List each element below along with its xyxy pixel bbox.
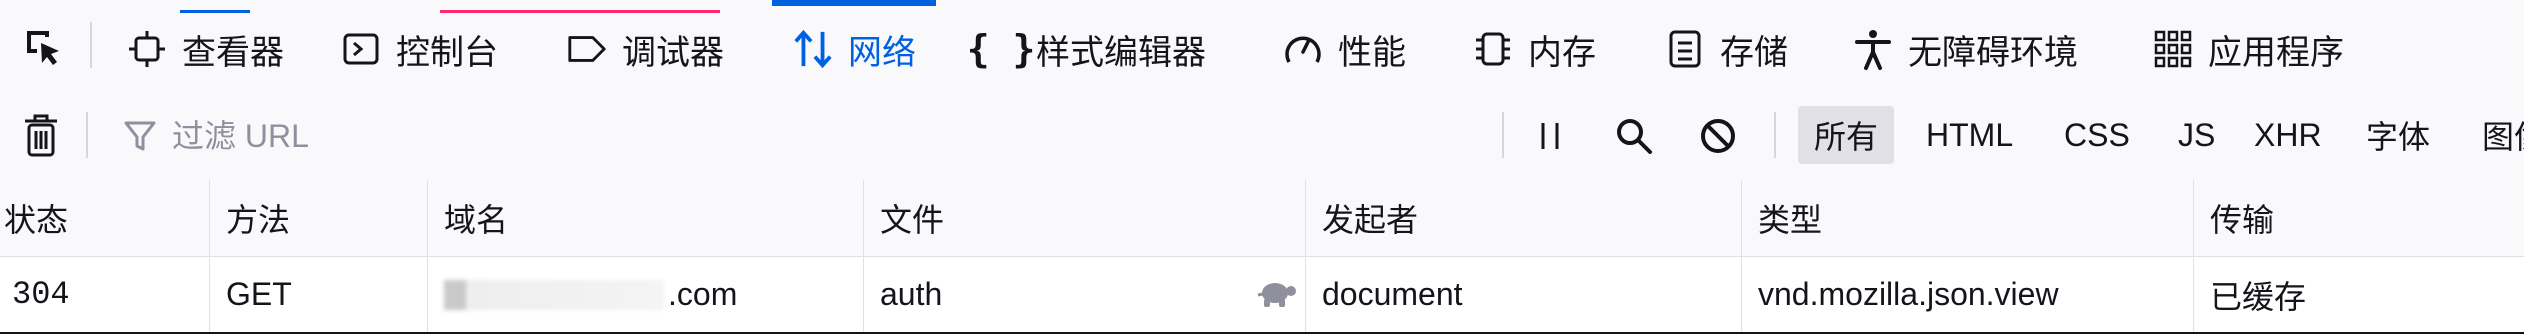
type-filter-fonts[interactable]: 字体 bbox=[2350, 106, 2446, 164]
tab-inspector[interactable]: 查看器 bbox=[126, 8, 284, 90]
accessibility-icon bbox=[1852, 28, 1894, 70]
filter-url-box[interactable] bbox=[108, 104, 1498, 168]
cell-initiator: document bbox=[1306, 257, 1742, 332]
column-header-domain[interactable]: 域名 bbox=[428, 180, 864, 256]
column-header-method[interactable]: 方法 bbox=[210, 180, 428, 256]
toolbar-separator bbox=[1774, 112, 1776, 158]
tab-label: 网络 bbox=[848, 33, 916, 72]
tab-label: 存储 bbox=[1720, 33, 1788, 72]
initiator-text: document bbox=[1322, 276, 1463, 312]
clear-button[interactable] bbox=[18, 110, 64, 162]
type-filter-label: 图像 bbox=[2482, 119, 2524, 155]
tab-label: 样式编辑器 bbox=[1036, 33, 1206, 72]
pause-button[interactable] bbox=[1526, 112, 1574, 160]
type-filter-html[interactable]: HTML bbox=[1910, 106, 2029, 164]
cell-type: vnd.mozilla.json.view bbox=[1742, 257, 2194, 332]
type-filter-label: HTML bbox=[1926, 116, 2014, 153]
toolbar-separator bbox=[86, 112, 88, 158]
cell-domain: .com bbox=[428, 257, 864, 332]
tab-debugger[interactable]: 调试器 bbox=[566, 8, 724, 90]
method-text: GET bbox=[226, 276, 292, 312]
style-editor-icon: { } bbox=[966, 27, 1036, 71]
tab-label: 无障碍环境 bbox=[1908, 33, 2078, 72]
tab-storage[interactable]: 存储 bbox=[1664, 8, 1788, 90]
tab-console[interactable]: 控制台 bbox=[340, 8, 498, 90]
console-icon bbox=[340, 28, 382, 70]
type-filter-label: 字体 bbox=[2366, 119, 2431, 155]
status-code: 304 bbox=[12, 276, 70, 313]
type-filter-all[interactable]: 所有 bbox=[1798, 106, 1895, 164]
toolbar-separator bbox=[1502, 112, 1504, 158]
cell-status: 304 bbox=[0, 257, 210, 332]
file-text: auth bbox=[880, 276, 943, 312]
debugger-icon bbox=[566, 28, 608, 70]
application-icon bbox=[2152, 28, 2194, 70]
devtools-tab-bar: 查看器 控制台 调试器 网络 { } 样式编辑器 性能 内存 存储 无障碍环境 … bbox=[0, 0, 2524, 93]
network-icon bbox=[792, 28, 834, 70]
tab-label: 调试器 bbox=[622, 33, 724, 72]
column-header-initiator[interactable]: 发起者 bbox=[1306, 180, 1742, 256]
type-filter-css[interactable]: CSS bbox=[2048, 106, 2146, 164]
cell-method: GET bbox=[210, 257, 428, 332]
tab-label: 控制台 bbox=[396, 33, 498, 72]
column-header-label: 传输 bbox=[2210, 202, 2275, 238]
column-header-label: 发起者 bbox=[1322, 202, 1419, 238]
tab-accessibility[interactable]: 无障碍环境 bbox=[1852, 8, 2078, 90]
block-icon bbox=[1701, 119, 1735, 153]
column-header-file[interactable]: 文件 bbox=[864, 180, 1306, 256]
performance-icon bbox=[1282, 28, 1324, 70]
column-header-label: 方法 bbox=[226, 202, 291, 238]
inspector-icon bbox=[126, 28, 168, 70]
search-icon bbox=[1617, 119, 1652, 154]
type-filter-xhr[interactable]: XHR bbox=[2238, 106, 2338, 164]
request-table-header: 状态 方法 域名 文件 发起者 类型 传输 bbox=[0, 180, 2524, 257]
tab-performance[interactable]: 性能 bbox=[1282, 8, 1406, 90]
search-button[interactable] bbox=[1610, 112, 1658, 160]
tab-label: 内存 bbox=[1528, 33, 1596, 72]
type-filter-label: XHR bbox=[2254, 116, 2322, 153]
trash-icon bbox=[25, 114, 57, 157]
redacted-domain bbox=[444, 279, 664, 310]
tab-label: 性能 bbox=[1338, 33, 1406, 72]
filter-url-input[interactable] bbox=[170, 116, 1374, 156]
toolbar-separator bbox=[90, 22, 92, 68]
type-text: vnd.mozilla.json.view bbox=[1758, 276, 2059, 312]
type-filter-images[interactable]: 图像 bbox=[2466, 106, 2524, 164]
column-header-status[interactable]: 状态 bbox=[0, 180, 210, 256]
tab-network[interactable]: 网络 bbox=[772, 0, 936, 90]
memory-icon bbox=[1472, 28, 1514, 70]
column-header-label: 域名 bbox=[444, 202, 509, 238]
type-filter-js[interactable]: JS bbox=[2162, 106, 2231, 164]
table-row[interactable]: 304 GET .com auth document vnd.mozilla.j… bbox=[0, 257, 2524, 334]
network-toolbar: 所有 HTML CSS JS XHR 字体 图像 bbox=[0, 92, 2524, 181]
tab-application[interactable]: 应用程序 bbox=[2152, 8, 2344, 90]
column-header-label: 类型 bbox=[1758, 202, 1823, 238]
tab-label: 查看器 bbox=[182, 33, 284, 72]
block-requests-button[interactable] bbox=[1694, 112, 1742, 160]
storage-icon bbox=[1664, 28, 1706, 70]
column-header-transferred[interactable]: 传输 bbox=[2194, 180, 2524, 256]
element-picker-button[interactable] bbox=[14, 22, 72, 72]
tab-memory[interactable]: 内存 bbox=[1472, 8, 1596, 90]
cell-file: auth bbox=[864, 257, 1306, 332]
column-header-type[interactable]: 类型 bbox=[1742, 180, 2194, 256]
column-header-label: 文件 bbox=[880, 202, 945, 238]
pause-icon bbox=[1541, 123, 1559, 149]
column-header-label: 状态 bbox=[4, 202, 69, 238]
domain-text: .com bbox=[668, 276, 738, 312]
funnel-icon bbox=[124, 121, 156, 151]
type-filter-label: JS bbox=[2178, 116, 2216, 153]
cell-transferred: 已缓存 bbox=[2194, 257, 2524, 332]
slow-request-turtle-icon bbox=[1257, 283, 1296, 307]
tab-style-editor[interactable]: { } 样式编辑器 bbox=[966, 8, 1206, 90]
page-content-peek bbox=[140, 0, 760, 13]
type-filter-label: 所有 bbox=[1814, 119, 1879, 155]
tab-label: 应用程序 bbox=[2208, 33, 2344, 72]
transferred-text: 已缓存 bbox=[2210, 278, 2307, 315]
type-filter-label: CSS bbox=[2064, 116, 2130, 153]
element-picker-icon bbox=[27, 31, 59, 65]
